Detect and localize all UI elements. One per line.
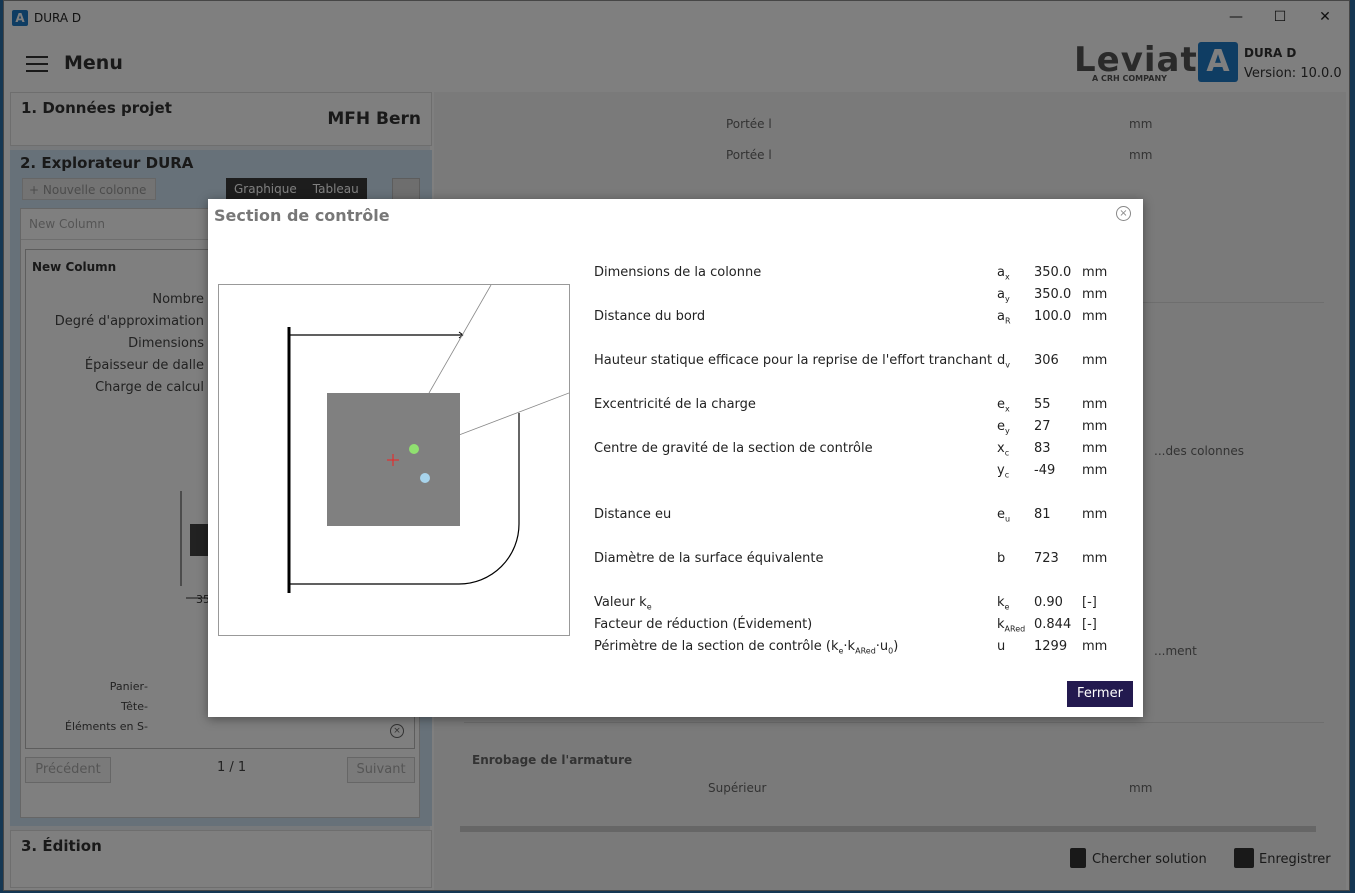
result-value: 27 [1034,419,1051,434]
result-value: 83 [1034,441,1051,456]
result-symbol: ey [997,419,1010,436]
result-symbol: ay [997,287,1010,304]
result-value: 306 [1034,353,1059,368]
result-value: -49 [1034,463,1056,478]
result-symbol: dv [997,353,1010,370]
result-label: Distance eu [594,507,672,522]
result-symbol: ke [997,595,1010,612]
result-symbol: aR [997,309,1011,326]
reduction-line-1 [428,284,492,394]
close-icon[interactable]: × [1116,206,1131,221]
result-symbol: ax [997,265,1010,282]
result-unit: [-] [1082,617,1097,632]
result-unit: mm [1082,463,1108,478]
result-symbol: xc [997,441,1010,458]
result-unit: mm [1082,441,1108,456]
perimeter-arc [458,413,520,585]
result-symbol: kARed [997,617,1026,634]
control-section-drawing [218,284,570,636]
result-unit: mm [1082,507,1108,522]
reduction-line-2 [458,392,570,436]
result-label: Dimensions de la colonne [594,265,762,280]
result-value: 350.0 [1034,287,1072,302]
result-label: Diamètre de la surface équivalente [594,551,824,566]
result-value: 350.0 [1034,265,1072,280]
close-button[interactable]: Fermer [1067,681,1133,707]
result-value: 0.90 [1034,595,1063,610]
dialog-title: Section de contrôle [214,206,390,225]
result-symbol: yc [997,463,1010,480]
result-symbol: b [997,551,1006,566]
result-value: 81 [1034,507,1051,522]
result-value: 0.844 [1034,617,1072,632]
result-value: 723 [1034,551,1059,566]
control-section-svg [287,284,570,593]
result-label: Périmètre de la section de contrôle (ke·… [594,639,899,656]
load-point [420,473,430,483]
result-label: Distance du bord [594,309,706,324]
result-symbol: u [997,639,1006,654]
control-section-dialog: Section de contrôle × Dimensions de la c… [208,199,1143,717]
result-label: Centre de gravité de la section de contr… [594,441,873,456]
centroid-point [409,444,419,454]
result-value: 100.0 [1034,309,1072,324]
result-unit: mm [1082,639,1108,654]
result-label: Valeur ke [594,595,652,612]
result-label: Excentricité de la charge [594,397,756,412]
result-unit: mm [1082,419,1108,434]
result-label: Facteur de réduction (Évidement) [594,617,813,632]
result-label: Hauteur statique efficace pour la repris… [594,353,993,368]
result-symbol: eu [997,507,1011,524]
result-unit: mm [1082,353,1108,368]
result-value: 1299 [1034,639,1068,654]
result-symbol: ex [997,397,1010,414]
result-unit: mm [1082,287,1108,302]
result-unit: mm [1082,397,1108,412]
result-unit: mm [1082,265,1108,280]
result-value: 55 [1034,397,1051,412]
result-unit: [-] [1082,595,1097,610]
result-unit: mm [1082,551,1108,566]
result-unit: mm [1082,309,1108,324]
